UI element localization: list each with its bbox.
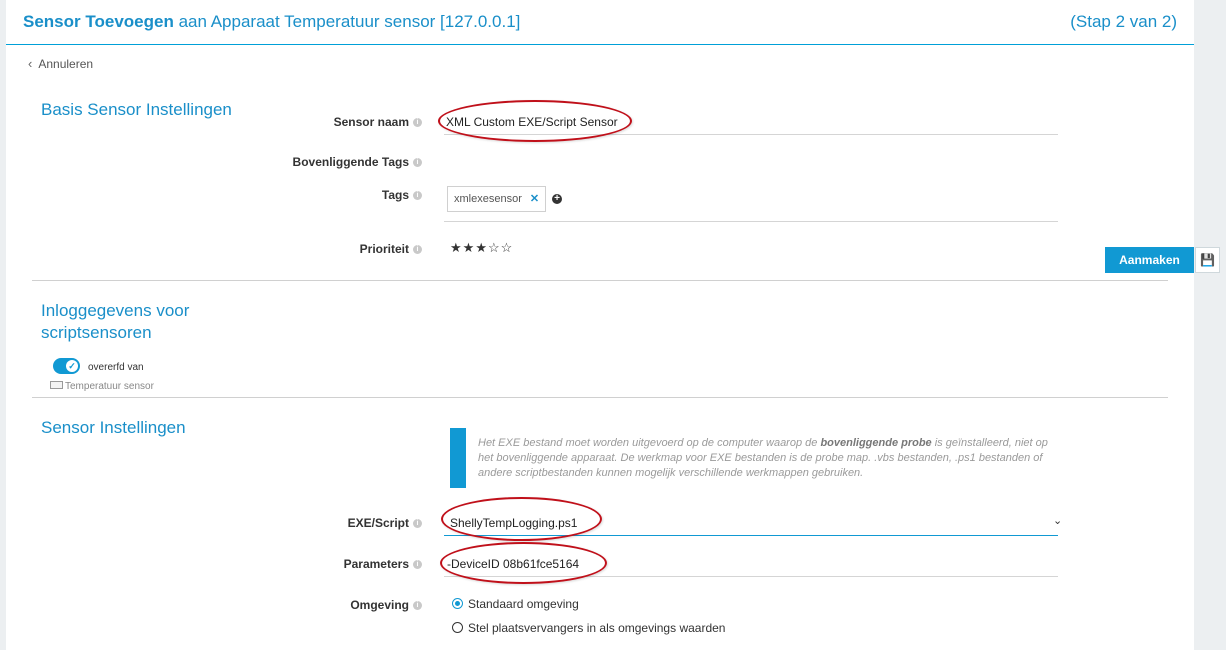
dialog-header: Sensor Toevoegen aan Apparaat Temperatuu… <box>6 0 1194 45</box>
section-title-sensor-settings: Sensor Instellingen <box>41 418 186 437</box>
cancel-link[interactable]: ‹ Annuleren <box>28 56 93 71</box>
parent-tags-label: Bovenliggende Tags i <box>242 155 422 169</box>
info-icon[interactable]: i <box>413 191 422 200</box>
parameters-input[interactable]: -DeviceID 08b61fce5164 <box>447 557 579 571</box>
add-tag-icon[interactable]: + <box>552 194 562 204</box>
tags-label-text: Tags <box>381 188 409 202</box>
inherit-toggle[interactable]: ✓ <box>53 358 80 374</box>
note-accent-bar <box>450 428 466 488</box>
section-divider <box>32 280 1168 281</box>
tags-underline <box>444 221 1058 222</box>
dialog-title: Sensor Toevoegen aan Apparaat Temperatuu… <box>23 12 520 32</box>
section-divider <box>32 397 1168 398</box>
chevron-left-icon: ‹ <box>28 56 33 71</box>
star-filled-icon[interactable]: ★ <box>475 240 488 255</box>
dialog-title-bold: Sensor Toevoegen <box>23 12 174 31</box>
star-filled-icon[interactable]: ★ <box>463 240 476 255</box>
parameters-label: Parameters i <box>242 557 422 571</box>
info-icon[interactable]: i <box>413 158 422 167</box>
tag-chip: xmlexesensor ✕ <box>447 186 547 212</box>
tag-chip-label: xmlexesensor <box>454 193 522 205</box>
priority-label-text: Prioriteit <box>359 242 409 256</box>
info-icon[interactable]: i <box>413 601 422 610</box>
check-icon: ✓ <box>66 360 78 372</box>
exe-script-label: EXE/Script i <box>242 516 422 530</box>
star-empty-icon[interactable]: ☆ <box>501 240 514 255</box>
priority-label: Prioriteit i <box>242 242 422 256</box>
note-text-part1: Het EXE bestand moet worden uitgevoerd o… <box>478 437 821 449</box>
exe-script-underline <box>444 535 1058 536</box>
section-title-credentials: Inloggegevens voor scriptsensoren <box>41 300 189 344</box>
inherit-source-name: Temperatuur sensor <box>65 381 154 392</box>
section-title-credentials-line2: scriptsensoren <box>41 323 152 342</box>
environment-label: Omgeving i <box>242 598 422 612</box>
parameters-label-text: Parameters <box>343 557 409 571</box>
sensor-name-label: Sensor naam i <box>242 115 422 129</box>
exe-script-select[interactable]: ShellyTempLogging.ps1 <box>450 516 577 530</box>
parent-tags-label-text: Bovenliggende Tags <box>292 155 409 169</box>
exe-script-label-text: EXE/Script <box>347 516 409 530</box>
sensor-name-underline <box>444 134 1058 135</box>
dialog-title-rest: aan Apparaat Temperatuur sensor [127.0.0… <box>173 12 521 31</box>
faded-text <box>47 218 52 234</box>
cancel-label: Annuleren <box>38 57 94 71</box>
sensor-name-label-text: Sensor naam <box>333 115 409 129</box>
radio-label-placeholders[interactable]: Stel plaatsvervangers in als omgevings w… <box>468 621 725 635</box>
floppy-disk-icon: 💾 <box>1200 253 1215 267</box>
chevron-down-icon[interactable]: ⌄ <box>1053 514 1062 527</box>
sensor-name-input[interactable]: XML Custom EXE/Script Sensor <box>446 115 618 129</box>
create-button[interactable]: Aanmaken <box>1105 247 1194 273</box>
remove-tag-icon[interactable]: ✕ <box>530 193 539 205</box>
add-sensor-dialog: Sensor Toevoegen aan Apparaat Temperatuu… <box>6 0 1194 650</box>
radio-label-standard[interactable]: Standaard omgeving <box>468 597 579 611</box>
info-note: Het EXE bestand moet worden uitgevoerd o… <box>478 436 1058 481</box>
inherit-label: overerfd van <box>88 362 144 373</box>
star-filled-icon[interactable]: ★ <box>450 240 463 255</box>
star-empty-icon[interactable]: ☆ <box>488 240 501 255</box>
priority-stars[interactable]: ★★★☆☆ <box>450 240 513 256</box>
radio-standard-environment[interactable] <box>452 598 463 609</box>
tags-label: Tags i <box>242 188 422 202</box>
device-icon <box>50 381 63 389</box>
note-text-bold: bovenliggende probe <box>820 437 932 449</box>
save-button[interactable]: 💾 <box>1195 247 1220 273</box>
info-icon[interactable]: i <box>413 560 422 569</box>
info-icon[interactable]: i <box>413 519 422 528</box>
section-title-credentials-line1: Inloggegevens voor <box>41 301 190 320</box>
inherit-source[interactable]: Temperatuur sensor <box>50 381 154 392</box>
section-title-basic: Basis Sensor Instellingen <box>41 100 232 119</box>
parameters-underline <box>444 576 1058 577</box>
step-indicator: (Stap 2 van 2) <box>1070 12 1177 31</box>
info-icon[interactable]: i <box>413 118 422 127</box>
info-icon[interactable]: i <box>413 245 422 254</box>
environment-label-text: Omgeving <box>350 598 409 612</box>
radio-placeholder-environment[interactable] <box>452 622 463 633</box>
